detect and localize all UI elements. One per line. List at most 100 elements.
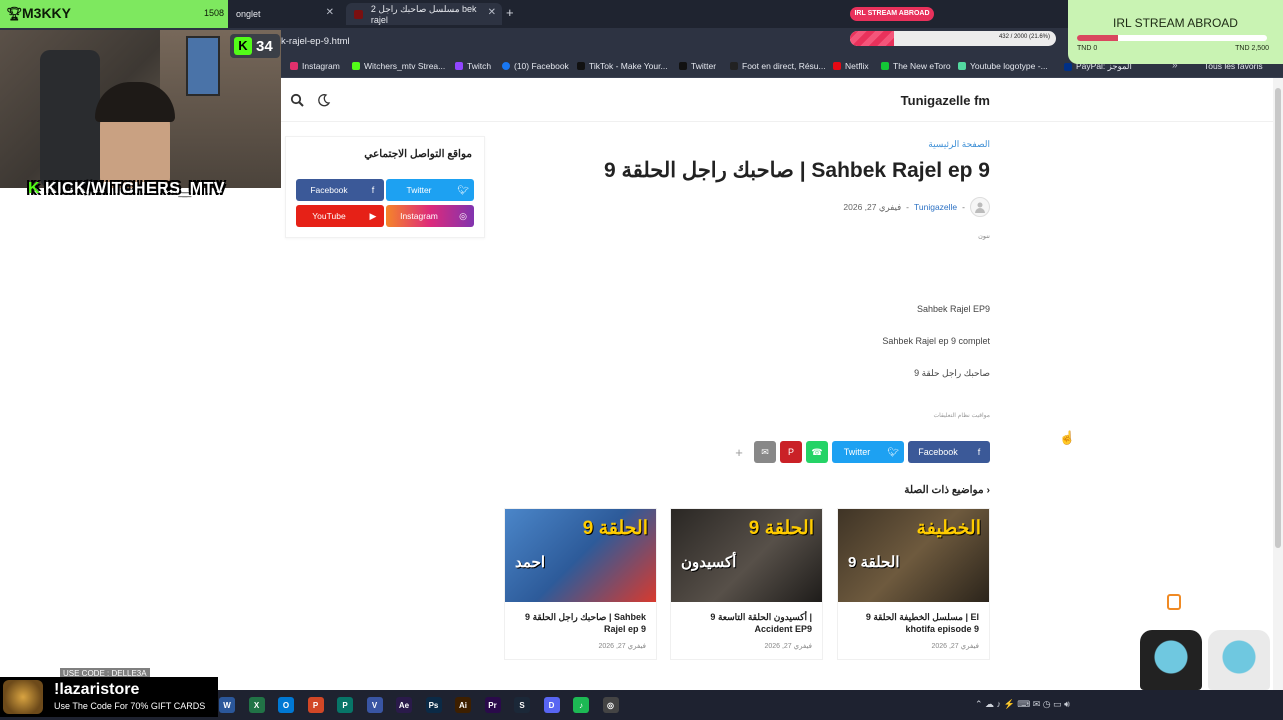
chat-bubble-icon[interactable]	[1167, 594, 1181, 610]
word-icon[interactable]: W	[219, 697, 235, 713]
kick-handle-overlay: K KICK/WITCHERS_MTV	[28, 180, 225, 198]
store-logo	[3, 680, 43, 714]
bookmark-kick[interactable]: Witchers_mtv Strea...	[352, 61, 445, 71]
post-thumbnail[interactable]: الحلقة 9 أكسيدون	[671, 509, 822, 602]
thumbnail-caption: الحلقة 9	[582, 518, 648, 539]
button-label: Facebook	[310, 185, 348, 195]
illustrator-icon[interactable]: Ai	[455, 697, 471, 713]
photoshop-icon[interactable]: Ps	[425, 697, 442, 713]
powerpoint-icon[interactable]: P	[307, 697, 324, 713]
twitter-icon: 🐦︎	[457, 184, 469, 195]
related-post-card[interactable]: الخطيفة الحلقة 9 مسلسل الخطيفة الحلقة 9 …	[837, 508, 990, 660]
author-link[interactable]: Tunigazelle	[914, 202, 957, 212]
bookmark-label: Witchers_mtv Strea...	[364, 61, 446, 71]
promo-subtitle: Use The Code For 70% GIFT CARDS	[54, 701, 206, 711]
discord-icon[interactable]: D	[543, 697, 560, 713]
search-icon[interactable]	[290, 93, 304, 107]
meta-separator: -	[962, 202, 965, 212]
button-label: Twitter	[843, 447, 871, 457]
bookmark-youtube-logotype[interactable]: Youtube logotype -...	[958, 61, 1048, 71]
twitter-icon: 🐦︎	[887, 446, 899, 457]
aftereffects-icon[interactable]: Ae	[396, 697, 412, 713]
kick-handle-text: KICK/WITCHERS_MTV	[45, 180, 226, 197]
viewer-count: 34	[256, 37, 273, 55]
mail-icon: ✉	[761, 446, 769, 457]
top-donor-count: 1508	[203, 8, 224, 18]
card-title[interactable]: مسلسل الخطيفة الحلقة 9 | El khotifa epis…	[844, 611, 979, 635]
avatar[interactable]	[970, 197, 990, 217]
goal-progress-fill	[850, 31, 895, 46]
bookmark-netflix[interactable]: Netflix	[833, 61, 869, 71]
bookmark-label: Twitter	[691, 61, 717, 71]
related-post-card[interactable]: الحلقة 9 أكسيدون أكسيدون الحلقة التاسعة …	[670, 508, 823, 660]
breadcrumb[interactable]: الصفحة الرئيسية	[928, 139, 990, 150]
pinterest-share-button[interactable]: P	[780, 441, 802, 463]
bookmark-tiktok[interactable]: TikTok - Make Your...	[577, 61, 668, 71]
excel-icon[interactable]: X	[248, 697, 265, 713]
goal-progress-text: 432 / 2000 (21.6%)	[998, 34, 1050, 40]
url-field[interactable]: k-rajel-ep-9.html	[281, 36, 350, 47]
scrollbar-thumb[interactable]	[1275, 88, 1281, 548]
instagram-button[interactable]: Instagram ◎	[386, 205, 474, 227]
facebook-share-button[interactable]: Facebook f	[908, 441, 990, 463]
post-thumbnail[interactable]: الخطيفة الحلقة 9	[838, 509, 989, 602]
browser-tab-1[interactable]: onglet ✕	[228, 3, 340, 25]
twitter-share-button[interactable]: Twitter 🐦︎	[832, 441, 904, 463]
spotify-icon[interactable]: ♪	[573, 697, 589, 713]
post-thumbnail[interactable]: الحلقة 9 احمد	[505, 509, 656, 602]
netflix-icon	[833, 62, 841, 70]
bookmark-label: The New eToro	[893, 61, 951, 71]
visio-icon[interactable]: V	[366, 697, 383, 713]
body-line: Sahbek Rajel ep 9 complet	[882, 336, 990, 346]
publisher-icon[interactable]: P	[337, 697, 353, 713]
bookmark-foot[interactable]: Foot en direct, Résu...	[730, 61, 826, 71]
web-page: Tunigazelle fm مواقع التواصل الاجتماعي F…	[281, 78, 1273, 690]
site-title[interactable]: Tunigazelle fm	[901, 93, 990, 108]
close-icon[interactable]: ✕	[488, 7, 496, 18]
outlook-icon[interactable]: O	[278, 697, 294, 713]
premiere-icon[interactable]: Pr	[484, 697, 501, 713]
steam-icon[interactable]: S	[514, 697, 530, 713]
tiktok-icon	[577, 62, 585, 70]
card-title[interactable]: أكسيدون الحلقة التاسعة 9 | Accident EP9	[677, 611, 812, 635]
bookmark-instagram[interactable]: Instagram	[290, 61, 340, 71]
bookmark-label: (10) Facebook	[514, 61, 569, 71]
instagram-icon	[290, 62, 298, 70]
system-tray[interactable]: ⌃ ☁ ♪ ⚡ ⌨ ✉ ◷ ▭ 🔊︎	[975, 699, 1070, 710]
facebook-button[interactable]: Facebook f	[296, 179, 384, 201]
kick-icon	[352, 62, 360, 70]
favicon-icon	[354, 9, 363, 19]
card-date: فيفري 27, 2026	[931, 643, 979, 650]
email-share-button[interactable]: ✉	[754, 441, 776, 463]
card-title[interactable]: صاحبك راجل الحلقة 9 | Sahbek Rajel ep 9	[511, 611, 646, 635]
share-more-button[interactable]: +	[728, 441, 750, 463]
whatsapp-icon: ☎	[811, 446, 823, 457]
irl-goal-track	[1077, 35, 1267, 41]
chrome-icon[interactable]: ◎	[602, 697, 619, 713]
browser-tab-2[interactable]: مسلسل صاحبك راجل 2 bek rajel ✕	[346, 3, 502, 25]
bookmark-twitch[interactable]: Twitch	[455, 61, 491, 71]
bookmark-twitter[interactable]: Twitter	[679, 61, 716, 71]
facebook-icon: f	[977, 447, 981, 457]
page-scrollbar[interactable]	[1273, 78, 1283, 690]
irl-goal-fill	[1077, 35, 1119, 41]
pinterest-icon: P	[787, 447, 794, 457]
twitter-button[interactable]: Twitter 🐦︎	[386, 179, 474, 201]
trophy-icon: 🏆︎	[6, 6, 23, 21]
hand-cursor-icon: ☝	[1059, 430, 1076, 445]
related-post-card[interactable]: الحلقة 9 احمد صاحبك راجل الحلقة 9 | Sahb…	[504, 508, 657, 660]
viewer-count-badge: K 34	[230, 34, 280, 58]
webcam-chair	[40, 50, 100, 188]
post-title: صاحبك راجل الحلقة 9 | Sahbek Rajel ep 9	[603, 159, 990, 182]
youtube-button[interactable]: YouTube ▶	[296, 205, 384, 227]
whatsapp-share-button[interactable]: ☎	[806, 441, 828, 463]
new-tab-button[interactable]: +	[506, 5, 514, 20]
bookmark-etoro[interactable]: The New eToro	[881, 61, 951, 71]
paypal-icon	[1064, 62, 1072, 71]
tshirt-image	[1140, 630, 1202, 690]
bookmark-facebook[interactable]: (10) Facebook	[502, 61, 569, 71]
close-icon[interactable]: ✕	[326, 7, 334, 18]
facebook-icon: f	[371, 185, 375, 195]
moon-icon[interactable]	[317, 93, 331, 107]
post-label[interactable]: ننون	[978, 232, 990, 240]
